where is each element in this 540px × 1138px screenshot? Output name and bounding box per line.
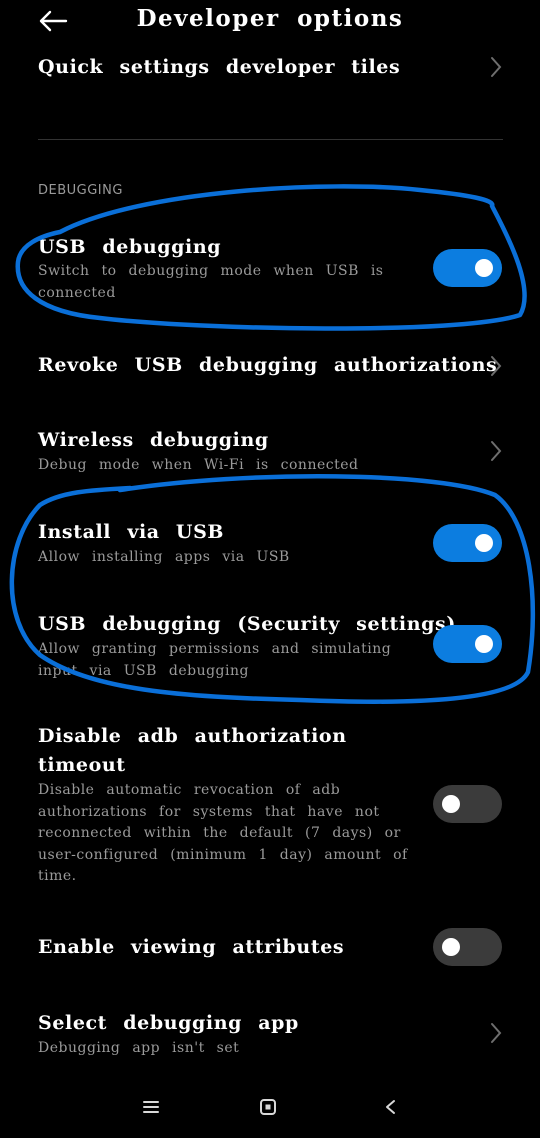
quick-settings-tiles-item[interactable]: Quick settings developer tiles — [0, 50, 540, 90]
chevron-right-icon — [491, 356, 502, 376]
select-debugging-app-subtitle: Debugging app isn't set — [38, 1040, 240, 1056]
select-debugging-app-title: Select debugging app — [38, 1012, 299, 1034]
disable-adb-timeout-toggle[interactable] — [433, 785, 502, 823]
install-via-usb-title: Install via USB — [38, 521, 225, 543]
wireless-debugging-item[interactable]: Wireless debugging Debug mode when Wi-Fi… — [0, 424, 540, 484]
usb-debugging-toggle[interactable] — [433, 249, 502, 287]
quick-settings-tiles-title: Quick settings developer tiles — [38, 56, 401, 78]
home-square-icon — [260, 1099, 276, 1115]
back-nav-button[interactable] — [375, 1095, 405, 1119]
toggle-knob — [442, 795, 460, 813]
menu-icon — [143, 1101, 159, 1113]
toggle-knob — [442, 938, 460, 956]
section-label-debugging: DEBUGGING — [38, 183, 123, 198]
install-via-usb-toggle[interactable] — [433, 524, 502, 562]
disable-adb-timeout-subtitle: Disable automatic revocation of adb auth… — [38, 782, 408, 884]
usb-debugging-security-toggle[interactable] — [433, 625, 502, 663]
divider — [38, 139, 503, 140]
disable-adb-timeout-item[interactable]: Disable adb authorization timeout Disabl… — [0, 720, 540, 890]
enable-viewing-attributes-toggle[interactable] — [433, 928, 502, 966]
usb-debugging-subtitle: Switch to debugging mode when USB is con… — [38, 263, 384, 301]
install-via-usb-item[interactable]: Install via USB Allow installing apps vi… — [0, 516, 540, 576]
toggle-knob — [475, 259, 493, 277]
toggle-knob — [475, 635, 493, 653]
usb-debugging-title: USB debugging — [38, 236, 222, 258]
page-title: Developer options — [136, 5, 404, 32]
install-via-usb-subtitle: Allow installing apps via USB — [38, 549, 290, 565]
usb-debugging-item[interactable]: USB debugging Switch to debugging mode w… — [0, 228, 540, 308]
revoke-usb-authorizations-item[interactable]: Revoke USB debugging authorizations — [0, 348, 540, 388]
toggle-knob — [475, 534, 493, 552]
enable-viewing-attributes-title: Enable viewing attributes — [38, 936, 345, 958]
chevron-right-icon — [491, 1023, 502, 1043]
wireless-debugging-title: Wireless debugging — [38, 429, 269, 451]
wireless-debugging-subtitle: Debug mode when Wi-Fi is connected — [38, 457, 359, 473]
app-header: Developer options — [0, 0, 540, 46]
home-button[interactable] — [253, 1095, 283, 1119]
revoke-usb-title: Revoke USB debugging authorizations — [38, 354, 498, 376]
disable-adb-timeout-title: Disable adb authorization timeout — [38, 725, 347, 776]
menu-button[interactable] — [136, 1095, 166, 1119]
chevron-right-icon — [491, 441, 502, 461]
enable-viewing-attributes-item[interactable]: Enable viewing attributes — [0, 928, 540, 968]
back-chevron-icon — [386, 1100, 395, 1114]
usb-debugging-security-item[interactable]: USB debugging (Security settings) Allow … — [0, 608, 540, 688]
usb-debugging-security-subtitle: Allow granting permissions and simulatin… — [38, 641, 392, 679]
usb-debugging-security-title: USB debugging (Security settings) — [38, 613, 456, 635]
system-navigation-bar — [0, 1080, 540, 1138]
select-debugging-app-item[interactable]: Select debugging app Debugging app isn't… — [0, 1008, 540, 1068]
chevron-right-icon — [491, 57, 502, 77]
